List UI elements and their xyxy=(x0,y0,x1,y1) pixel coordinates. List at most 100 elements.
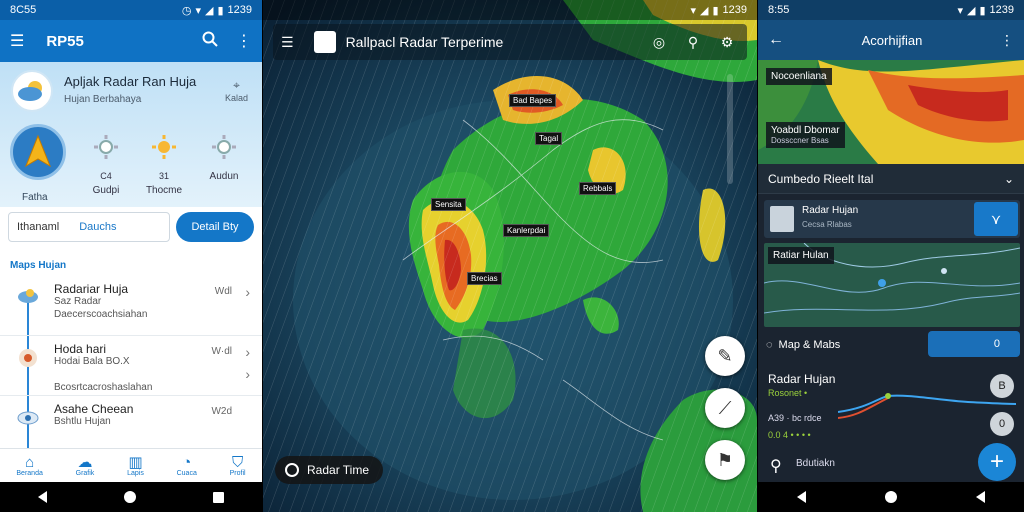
app-bar: ☰ RP55 ⋮ xyxy=(0,20,262,62)
map-label: Ratiar Hulan xyxy=(768,247,834,264)
search-icon[interactable] xyxy=(202,31,218,52)
wifi-icon: ▾ xyxy=(690,4,696,17)
tab-weather[interactable]: ◔ Cuaca xyxy=(177,455,197,477)
radar-time-chip[interactable]: Radar Time xyxy=(275,456,384,484)
zoom-slider[interactable] xyxy=(727,74,733,184)
home-icon: ⌂ xyxy=(25,453,35,471)
flag-icon: ⚑ xyxy=(716,449,734,470)
list-item[interactable]: Asahe Cheean Bshtlu Hujan W2d xyxy=(0,396,262,446)
toggle-b[interactable]: B xyxy=(990,374,1014,398)
section-header: Maps Hujan xyxy=(10,260,67,271)
battery-icon: ▮ xyxy=(712,4,719,17)
radar-logo-icon xyxy=(313,31,336,53)
menu-icon[interactable]: ☰ xyxy=(10,31,24,51)
stat-thocme[interactable]: 31 Thocme xyxy=(142,134,186,196)
shield-icon: ⛉ xyxy=(231,453,244,471)
stat-gudpi[interactable]: C4 Gudpi xyxy=(84,134,128,196)
row-label: A39 · bc rdce xyxy=(768,413,822,423)
radar-title: Rallpacl Radar Terperime xyxy=(345,34,504,50)
status-time: 8:55 xyxy=(768,4,790,16)
pencil-icon: ✎ xyxy=(717,345,733,366)
weather-logo-icon xyxy=(11,70,53,112)
maps-title: Map & Mabs xyxy=(778,339,841,351)
maps-pill[interactable]: 0 xyxy=(928,331,1020,357)
radar-card[interactable]: Radar Hujan Cecsa Rlabas ⋎ xyxy=(764,200,1020,238)
signal-icon: ◢ xyxy=(204,4,214,17)
row-label: 0.0 4 • • • • xyxy=(768,430,811,440)
tab-home[interactable]: ⌂ Beranda xyxy=(16,455,42,477)
compass-label: Fatha xyxy=(22,192,48,203)
status-bar: 8:55 ▾ ◢ ▮ 1239 xyxy=(758,0,1024,20)
settings-icon[interactable]: ⚙ xyxy=(715,30,739,54)
list-item[interactable]: Hoda hari Hodai Bala BO.X Bcosrtcacrosha… xyxy=(0,336,262,396)
battery-level: 1239 xyxy=(722,4,747,16)
toggle-0[interactable]: 0 xyxy=(990,412,1014,436)
map-label: Bad Bapes xyxy=(509,94,557,107)
location-pin-icon xyxy=(19,349,37,367)
more-options-icon[interactable]: ⋮ xyxy=(236,31,252,51)
mini-radar-map[interactable]: Nocoenliana Yoabdl Dbomar Dossccner Bsas xyxy=(758,60,1024,164)
chevron-down-icon: ⌄ xyxy=(1003,171,1014,186)
signal-icon: ◢ xyxy=(699,4,709,17)
map-label: Kanlerpdai xyxy=(503,224,550,237)
detail-title: Acorhijfian xyxy=(861,32,923,48)
battery-level: 1239 xyxy=(989,4,1014,16)
tab-chart[interactable]: ☁ Grafik xyxy=(76,455,95,477)
list-item[interactable]: Radariar Huja Saz Radar Daecerscoachsiah… xyxy=(0,276,262,336)
draw-tool-button[interactable]: ✎ xyxy=(705,336,745,376)
wifi-icon: ▾ xyxy=(957,4,963,17)
plus-icon: + xyxy=(989,448,1004,475)
settings-gear-icon xyxy=(212,135,236,159)
search-row: Ithanaml Dauchs Detail Bty xyxy=(8,212,254,242)
radar-hujan-title: Radar Hujan xyxy=(768,372,836,386)
recent-apps-icon[interactable] xyxy=(212,491,224,503)
chat-icon: ◌ xyxy=(766,339,773,351)
tab-profile[interactable]: ⛉ Profil xyxy=(230,455,246,477)
tab-layers[interactable]: ▥ Lapis xyxy=(127,455,144,477)
home-button-icon[interactable] xyxy=(884,491,897,503)
back-arrow-icon[interactable]: ← xyxy=(768,31,784,49)
maps-row[interactable]: ◌ Map & Mabs 0 xyxy=(758,330,1024,360)
status-time: 8C55 xyxy=(10,4,37,16)
more-options-icon[interactable]: ⋮ xyxy=(1000,32,1014,49)
bird-action-button[interactable]: ⋎ xyxy=(974,202,1018,236)
status-bar: 8C55 ◷ ▾ ◢ ▮ 1239 xyxy=(0,0,262,20)
hero-subtitle: Hujan Berbahaya xyxy=(64,94,142,105)
radar-map[interactable] xyxy=(263,0,757,512)
stat-audun[interactable]: Audun xyxy=(202,134,246,182)
section-row[interactable]: Cumbedo Rieelt Ital ⌄ xyxy=(758,164,1024,194)
add-button[interactable]: + xyxy=(978,443,1016,481)
search-icon[interactable]: ⚲ xyxy=(681,30,705,54)
bottom-tab-bar: ⌂ Beranda ☁ Grafik ▥ Lapis ◔ Cuaca ⛉ Profil xyxy=(0,448,262,482)
hujan-list: Radariar Huja Saz Radar Daecerscoachsiah… xyxy=(0,276,262,446)
navigation-arrow-icon xyxy=(24,134,52,168)
phone-radar-map: ▾ ◢ ▮ 1239 ☰ Rallpacl Radar Terperime ◎ … xyxy=(263,0,757,512)
menu-icon[interactable]: ☰ xyxy=(281,34,294,51)
share-button[interactable]: ⚑ xyxy=(705,440,745,480)
radar-app-bar: ☰ Rallpacl Radar Terperime ◎ ⚲ ⚙ xyxy=(273,24,747,60)
pin-icon: ⌖ xyxy=(233,78,240,92)
avatar xyxy=(770,206,794,232)
secondary-map[interactable]: Ratiar Hulan xyxy=(764,243,1020,327)
back-icon[interactable] xyxy=(975,491,985,503)
layers-icon[interactable]: ◎ xyxy=(647,30,671,54)
home-button-icon[interactable] xyxy=(123,491,136,503)
eye-icon xyxy=(17,411,39,425)
clock-icon: ◔ xyxy=(182,453,192,471)
back-icon[interactable] xyxy=(38,491,48,503)
hero-title: Apljak Radar Ran Huja xyxy=(64,74,197,89)
location-icon: ⚲ xyxy=(770,458,782,475)
chevron-right-icon: › xyxy=(245,366,250,382)
layers-icon: ▥ xyxy=(128,453,143,471)
detail-button[interactable]: Detail Bty xyxy=(176,212,254,242)
cloud-icon: ☁ xyxy=(77,453,93,471)
battery-icon: ▮ xyxy=(979,4,986,17)
measure-button[interactable]: ⟋ xyxy=(705,388,745,428)
chevron-right-icon: › xyxy=(245,344,250,360)
compass-button[interactable] xyxy=(10,124,66,180)
row-label: Rosonet • xyxy=(768,388,808,398)
back-icon[interactable] xyxy=(797,491,807,503)
search-input[interactable]: Ithanaml Dauchs xyxy=(8,212,170,242)
map-overlay: Yoabdl Dbomar Dossccner Bsas xyxy=(766,122,845,148)
app-title: RP55 xyxy=(46,32,84,50)
